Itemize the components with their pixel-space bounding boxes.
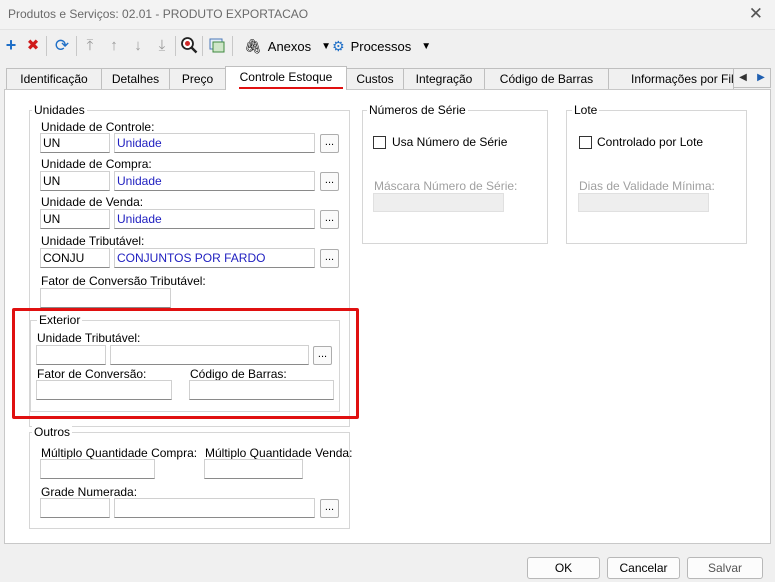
unidade-venda-lookup-button[interactable]: ... bbox=[320, 210, 339, 229]
toolbar-separator bbox=[76, 36, 77, 56]
toolbar-separator bbox=[46, 36, 47, 56]
tab-preco[interactable]: Preço bbox=[169, 68, 226, 89]
tab-detalhes[interactable]: Detalhes bbox=[101, 68, 170, 89]
exterior-codigo-input[interactable] bbox=[189, 380, 334, 400]
anexos-label: Anexos bbox=[267, 38, 312, 54]
unidade-tributavel-lookup-button[interactable]: ... bbox=[320, 249, 339, 268]
ok-button[interactable]: OK bbox=[527, 557, 600, 579]
tab-informacoes-por-filial[interactable]: Informações por Fili bbox=[608, 68, 734, 89]
toolbar-separator bbox=[202, 36, 203, 56]
title-bar: Produtos e Serviços: 02.01 - PRODUTO EXP… bbox=[0, 0, 775, 30]
unidade-compra-code-input[interactable]: UN bbox=[40, 171, 110, 191]
multiplo-venda-input[interactable] bbox=[204, 459, 303, 479]
multiplo-compra-label: Múltiplo Quantidade Compra: bbox=[41, 446, 198, 460]
toolbar-separator bbox=[232, 36, 233, 56]
export-icon[interactable] bbox=[208, 34, 226, 56]
lote-group: Lote bbox=[566, 103, 747, 244]
search-icon[interactable] bbox=[180, 34, 198, 56]
up-icon[interactable]: ↑ bbox=[106, 34, 122, 56]
mascara-numero-serie-label: Máscara Número de Série: bbox=[374, 179, 518, 193]
unidade-controle-label: Unidade de Controle: bbox=[41, 120, 155, 134]
fator-conversao-tributavel-input[interactable] bbox=[40, 288, 171, 308]
controlado-por-lote-label: Controlado por Lote bbox=[597, 135, 704, 149]
usa-numero-serie-checkbox[interactable] bbox=[373, 136, 386, 149]
usa-numero-serie-label: Usa Número de Série bbox=[392, 135, 508, 149]
tab-identificacao[interactable]: Identificação bbox=[6, 68, 102, 89]
numeros-serie-title: Números de Série bbox=[367, 103, 468, 117]
outros-title: Outros bbox=[32, 425, 73, 439]
processos-menu[interactable]: ⚙ Processos ▼ bbox=[332, 35, 431, 57]
exterior-title: Exterior bbox=[37, 313, 83, 327]
arrow-left-icon[interactable]: ◀ bbox=[734, 69, 752, 87]
exterior-unidade-desc-input[interactable] bbox=[110, 345, 309, 365]
grade-numerada-lookup-button[interactable]: ... bbox=[320, 499, 339, 518]
tab-integracao[interactable]: Integração bbox=[403, 68, 485, 89]
window-title: Produtos e Serviços: 02.01 - PRODUTO EXP… bbox=[8, 7, 309, 21]
toolbar-separator bbox=[175, 36, 176, 56]
chevron-down-icon: ▼ bbox=[421, 40, 432, 52]
unidade-compra-label: Unidade de Compra: bbox=[41, 157, 152, 171]
exterior-fator-input[interactable] bbox=[36, 380, 172, 400]
close-icon[interactable]: ✕ bbox=[749, 4, 763, 24]
unidade-controle-desc-input[interactable]: Unidade bbox=[114, 133, 315, 153]
anexos-menu[interactable]: 🖇 Anexos ▼ bbox=[244, 35, 331, 57]
exterior-unidade-lookup-button[interactable]: ... bbox=[313, 346, 332, 365]
dias-validade-minima-input bbox=[578, 193, 709, 212]
tab-custos[interactable]: Custos bbox=[346, 68, 404, 89]
unidade-venda-desc-input[interactable]: Unidade bbox=[114, 209, 315, 229]
unidade-tributavel-label: Unidade Tributável: bbox=[41, 234, 145, 248]
delete-icon[interactable]: ✖ bbox=[25, 34, 41, 56]
chevron-down-icon: ▼ bbox=[321, 40, 332, 52]
first-icon[interactable]: ⤒ bbox=[82, 34, 98, 56]
cancel-button[interactable]: Cancelar bbox=[607, 557, 680, 579]
numeros-serie-group: Números de Série bbox=[362, 103, 548, 244]
fator-conversao-tributavel-label: Fator de Conversão Tributável: bbox=[41, 274, 206, 288]
unidades-title: Unidades bbox=[32, 103, 87, 117]
unidade-compra-lookup-button[interactable]: ... bbox=[320, 172, 339, 191]
exterior-fator-label: Fator de Conversão: bbox=[37, 367, 147, 381]
tab-strip: Identificação Detalhes Preço Controle Es… bbox=[0, 66, 775, 90]
plus-icon[interactable]: + bbox=[3, 34, 19, 56]
unidade-tributavel-code-input[interactable]: CONJU bbox=[40, 248, 110, 268]
paperclip-icon: 🖇 bbox=[244, 37, 262, 54]
multiplo-compra-input[interactable] bbox=[40, 459, 155, 479]
unidade-controle-code-input[interactable]: UN bbox=[40, 133, 110, 153]
lote-title: Lote bbox=[572, 103, 600, 117]
active-tab-underline bbox=[239, 87, 343, 89]
grade-numerada-code-input[interactable] bbox=[40, 498, 110, 518]
arrow-right-icon[interactable]: ▶ bbox=[752, 69, 770, 87]
unidade-controle-lookup-button[interactable]: ... bbox=[320, 134, 339, 153]
unidade-tributavel-desc-input[interactable]: CONJUNTOS POR FARDO bbox=[114, 248, 315, 268]
dias-validade-minima-label: Dias de Validade Mínima: bbox=[579, 179, 715, 193]
save-button[interactable]: Salvar bbox=[687, 557, 763, 579]
unidade-venda-label: Unidade de Venda: bbox=[41, 195, 144, 209]
down-icon[interactable]: ↓ bbox=[130, 34, 146, 56]
exterior-codigo-label: Código de Barras: bbox=[190, 367, 287, 381]
tab-codigo-de-barras[interactable]: Código de Barras bbox=[484, 68, 609, 89]
unidade-compra-desc-input[interactable]: Unidade bbox=[114, 171, 315, 191]
last-icon[interactable]: ⤓ bbox=[154, 34, 170, 56]
multiplo-venda-label: Múltiplo Quantidade Venda: bbox=[205, 446, 353, 460]
mascara-numero-serie-input bbox=[373, 193, 504, 212]
toolbar: + ✖ ⟳ ⤒ ↑ ↓ ⤓ 🖇 Anexos ▼ ⚙ Processos ▼ bbox=[0, 32, 775, 60]
exterior-unidade-code-input[interactable] bbox=[36, 345, 106, 365]
refresh-icon[interactable]: ⟳ bbox=[53, 34, 71, 56]
unidade-venda-code-input[interactable]: UN bbox=[40, 209, 110, 229]
processos-label: Processos bbox=[350, 38, 412, 54]
gear-icon: ⚙ bbox=[332, 37, 345, 54]
grade-numerada-label: Grade Numerada: bbox=[41, 485, 138, 499]
grade-numerada-desc-input[interactable] bbox=[114, 498, 315, 518]
tab-scroll: ◀ ▶ bbox=[733, 68, 771, 88]
exterior-unidade-label: Unidade Tributável: bbox=[37, 331, 141, 345]
controlado-por-lote-checkbox[interactable] bbox=[579, 136, 592, 149]
